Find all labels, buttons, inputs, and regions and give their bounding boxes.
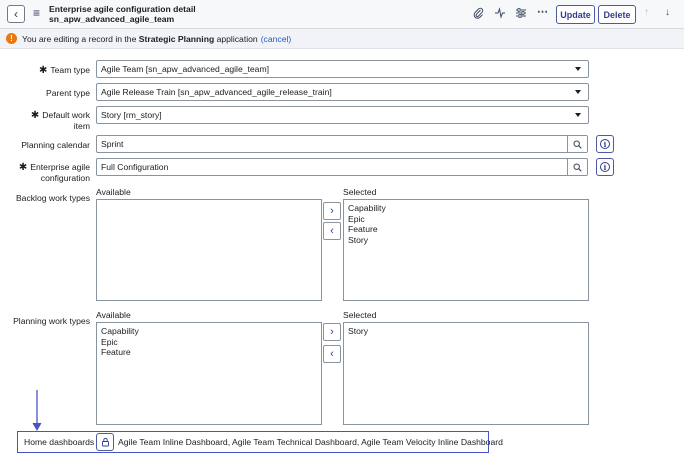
enterprise-agile-config-search-button[interactable] bbox=[568, 158, 588, 176]
default-work-item-value: Story [rm_story] bbox=[101, 110, 162, 120]
page-title: Enterprise agile configuration detail sn… bbox=[49, 4, 196, 24]
chevron-left-icon: ‹ bbox=[330, 224, 334, 237]
planning-selected-caption: Selected bbox=[343, 310, 377, 320]
update-button[interactable]: Update bbox=[556, 5, 595, 24]
arrow-down-icon[interactable]: ↓ bbox=[665, 8, 670, 18]
list-option[interactable]: Story bbox=[348, 235, 584, 246]
home-dashboards-label: Home dashboards bbox=[24, 437, 95, 447]
search-icon bbox=[573, 163, 582, 172]
chevron-left-icon: ‹ bbox=[330, 347, 334, 360]
planning-calendar-label: Planning calendar bbox=[21, 140, 90, 150]
backlog-remove-button[interactable]: ‹ bbox=[323, 222, 341, 240]
planning-work-types-label: Planning work types bbox=[13, 316, 90, 326]
backlog-work-types-label: Backlog work types bbox=[15, 193, 90, 203]
enterprise-agile-config-label: ✱ Enterprise agile configuration bbox=[19, 162, 90, 183]
default-work-item-label: ✱ Default work item bbox=[31, 110, 90, 131]
planning-add-button[interactable]: › bbox=[323, 323, 341, 341]
chevron-right-icon: › bbox=[330, 204, 334, 217]
required-icon: ✱ bbox=[30, 110, 40, 121]
more-icon[interactable]: ⋯ bbox=[537, 7, 548, 18]
enterprise-agile-config-label-line1: Enterprise agile bbox=[30, 162, 90, 172]
required-icon: ✱ bbox=[38, 65, 48, 76]
paperclip-icon[interactable] bbox=[473, 7, 484, 22]
backlog-available-list[interactable] bbox=[96, 199, 322, 301]
chevron-left-icon: ‹ bbox=[14, 7, 18, 21]
backlog-add-button[interactable]: › bbox=[323, 202, 341, 220]
parent-type-label: Parent type bbox=[46, 88, 90, 98]
info-icon: i bbox=[600, 139, 610, 149]
planning-available-caption: Available bbox=[96, 310, 131, 320]
list-option[interactable]: Feature bbox=[101, 347, 317, 358]
enterprise-agile-config-field[interactable]: Full Configuration bbox=[96, 158, 568, 176]
team-type-select[interactable]: Agile Team [sn_apw_advanced_agile_team] bbox=[96, 60, 589, 78]
parent-type-value: Agile Release Train [sn_apw_advanced_agi… bbox=[101, 87, 332, 97]
list-option[interactable]: Capability bbox=[101, 326, 317, 337]
search-icon bbox=[573, 140, 582, 149]
enterprise-agile-config-value: Full Configuration bbox=[101, 162, 169, 172]
warning-icon: ! bbox=[6, 33, 17, 44]
list-option[interactable]: Story bbox=[348, 326, 584, 337]
edit-info-bar: ! You are editing a record in the Strate… bbox=[0, 29, 684, 49]
list-option[interactable]: Epic bbox=[348, 214, 584, 225]
backlog-selected-list[interactable]: Capability Epic Feature Story bbox=[343, 199, 589, 301]
delete-button[interactable]: Delete bbox=[598, 5, 636, 24]
caret-down-icon bbox=[575, 113, 581, 117]
planning-available-list[interactable]: Capability Epic Feature bbox=[96, 322, 322, 425]
planning-calendar-value: Sprint bbox=[101, 139, 124, 149]
chevron-right-icon: › bbox=[330, 325, 334, 338]
enterprise-agile-config-label-line2: configuration bbox=[40, 173, 90, 183]
team-type-label: ✱ Team type bbox=[39, 65, 90, 76]
caret-down-icon bbox=[575, 90, 581, 94]
context-menu-icon[interactable]: ≡ bbox=[33, 7, 40, 19]
info-app-name: Strategic Planning bbox=[138, 33, 215, 44]
planning-calendar-field[interactable]: Sprint bbox=[96, 135, 568, 153]
info-suffix: application bbox=[216, 33, 258, 44]
caret-down-icon bbox=[575, 67, 581, 71]
planning-remove-button[interactable]: ‹ bbox=[323, 345, 341, 363]
backlog-selected-caption: Selected bbox=[343, 187, 377, 197]
page-title-line2: sn_apw_advanced_agile_team bbox=[49, 14, 175, 24]
team-type-label-text: Team type bbox=[50, 65, 90, 75]
lock-icon bbox=[101, 437, 109, 447]
parent-type-select[interactable]: Agile Release Train [sn_apw_advanced_agi… bbox=[96, 83, 589, 101]
page-title-line1: Enterprise agile configuration detail bbox=[49, 4, 196, 14]
back-button[interactable]: ‹ bbox=[7, 5, 25, 23]
home-dashboards-value: Agile Team Inline Dashboard, Agile Team … bbox=[118, 437, 503, 447]
arrow-up-icon[interactable]: ↑ bbox=[644, 8, 649, 18]
home-dashboards-lock-button[interactable] bbox=[96, 433, 114, 451]
default-work-item-select[interactable]: Story [rm_story] bbox=[96, 106, 589, 124]
default-work-item-label-line1: Default work bbox=[42, 110, 90, 120]
info-icon: i bbox=[600, 162, 610, 172]
planning-calendar-search-button[interactable] bbox=[568, 135, 588, 153]
cancel-link[interactable]: (cancel) bbox=[261, 34, 292, 44]
info-prefix: You are editing a record in the bbox=[22, 33, 137, 44]
pointer-arrow-icon bbox=[32, 390, 42, 432]
sliders-icon[interactable] bbox=[515, 7, 527, 22]
default-work-item-label-line2: item bbox=[73, 121, 90, 131]
required-icon: ✱ bbox=[18, 162, 28, 173]
planning-calendar-info-button[interactable]: i bbox=[596, 135, 614, 153]
list-option[interactable]: Epic bbox=[101, 337, 317, 348]
planning-selected-list[interactable]: Story bbox=[343, 322, 589, 425]
list-option[interactable]: Feature bbox=[348, 224, 584, 235]
form-header: ‹ ≡ Enterprise agile configuration detai… bbox=[0, 0, 684, 29]
enterprise-agile-config-info-button[interactable]: i bbox=[596, 158, 614, 176]
backlog-available-caption: Available bbox=[96, 187, 131, 197]
activity-icon[interactable] bbox=[494, 7, 506, 22]
list-option[interactable]: Capability bbox=[348, 203, 584, 214]
team-type-value: Agile Team [sn_apw_advanced_agile_team] bbox=[101, 64, 270, 74]
